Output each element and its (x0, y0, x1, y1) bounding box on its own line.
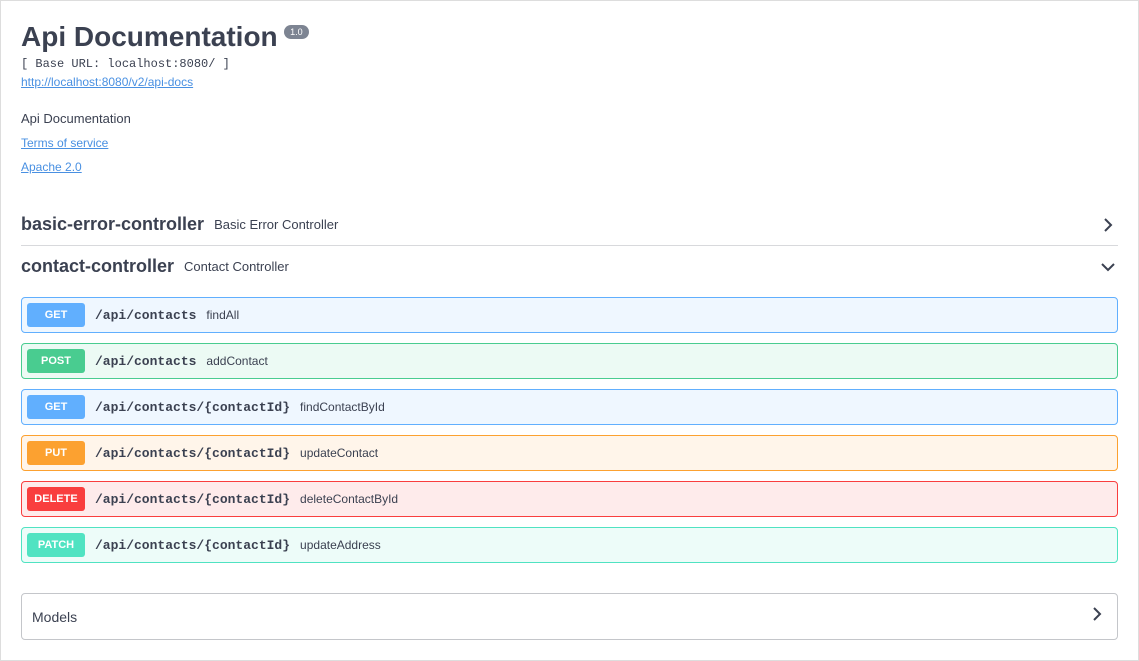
operation-summary: findAll (206, 308, 239, 322)
chevron-right-icon (1087, 604, 1107, 629)
operation-row[interactable]: GET/api/contacts/{contactId} findContactB… (21, 389, 1118, 425)
api-docs-link[interactable]: http://localhost:8080/v2/api-docs (21, 75, 193, 89)
method-badge: GET (27, 395, 85, 419)
operation-path: /api/contacts (95, 354, 196, 369)
operation-summary: addContact (206, 354, 267, 368)
terms-of-service-link[interactable]: Terms of service (21, 136, 108, 150)
operation-path: /api/contacts (95, 308, 196, 323)
operation-path: /api/contacts/{contactId} (95, 538, 290, 553)
page-title: Api Documentation (21, 21, 278, 53)
models-section[interactable]: Models (21, 593, 1118, 640)
operation-path: /api/contacts/{contactId} (95, 446, 290, 461)
info-section: Api Documentation 1.0 [ Base URL: localh… (21, 21, 1118, 174)
operation-summary: findContactById (300, 400, 385, 414)
api-description: Api Documentation (21, 111, 1118, 126)
operation-row[interactable]: GET/api/contacts findAll (21, 297, 1118, 333)
operation-row[interactable]: POST/api/contacts addContact (21, 343, 1118, 379)
operation-summary: updateContact (300, 446, 378, 460)
tag-basic-error-controller[interactable]: basic-error-controller Basic Error Contr… (21, 204, 1118, 246)
chevron-down-icon (1098, 257, 1118, 277)
operations-list: GET/api/contacts findAll POST/api/contacts… (21, 297, 1118, 563)
tag-desc: Contact Controller (184, 259, 289, 274)
version-badge: 1.0 (284, 25, 309, 39)
operation-row[interactable]: PATCH/api/contacts/{contactId} updateAddr… (21, 527, 1118, 563)
operation-path: /api/contacts/{contactId} (95, 492, 290, 507)
license-link[interactable]: Apache 2.0 (21, 160, 82, 174)
method-badge: GET (27, 303, 85, 327)
operation-summary: deleteContactById (300, 492, 398, 506)
tag-desc: Basic Error Controller (214, 217, 338, 232)
tags-section: basic-error-controller Basic Error Contr… (21, 204, 1118, 563)
method-badge: PUT (27, 441, 85, 465)
operation-row[interactable]: DELETE/api/contacts/{contactId} deleteCon… (21, 481, 1118, 517)
base-url: [ Base URL: localhost:8080/ ] (21, 57, 1118, 71)
method-badge: DELETE (27, 487, 85, 511)
tag-name: basic-error-controller (21, 214, 204, 235)
operation-row[interactable]: PUT/api/contacts/{contactId} updateContac… (21, 435, 1118, 471)
tag-name: contact-controller (21, 256, 174, 277)
swagger-ui: Api Documentation 1.0 [ Base URL: localh… (0, 0, 1139, 661)
models-title: Models (32, 609, 77, 625)
chevron-right-icon (1098, 215, 1118, 235)
operation-path: /api/contacts/{contactId} (95, 400, 290, 415)
method-badge: PATCH (27, 533, 85, 557)
operation-summary: updateAddress (300, 538, 381, 552)
tag-contact-controller[interactable]: contact-controller Contact Controller (21, 246, 1118, 287)
method-badge: POST (27, 349, 85, 373)
